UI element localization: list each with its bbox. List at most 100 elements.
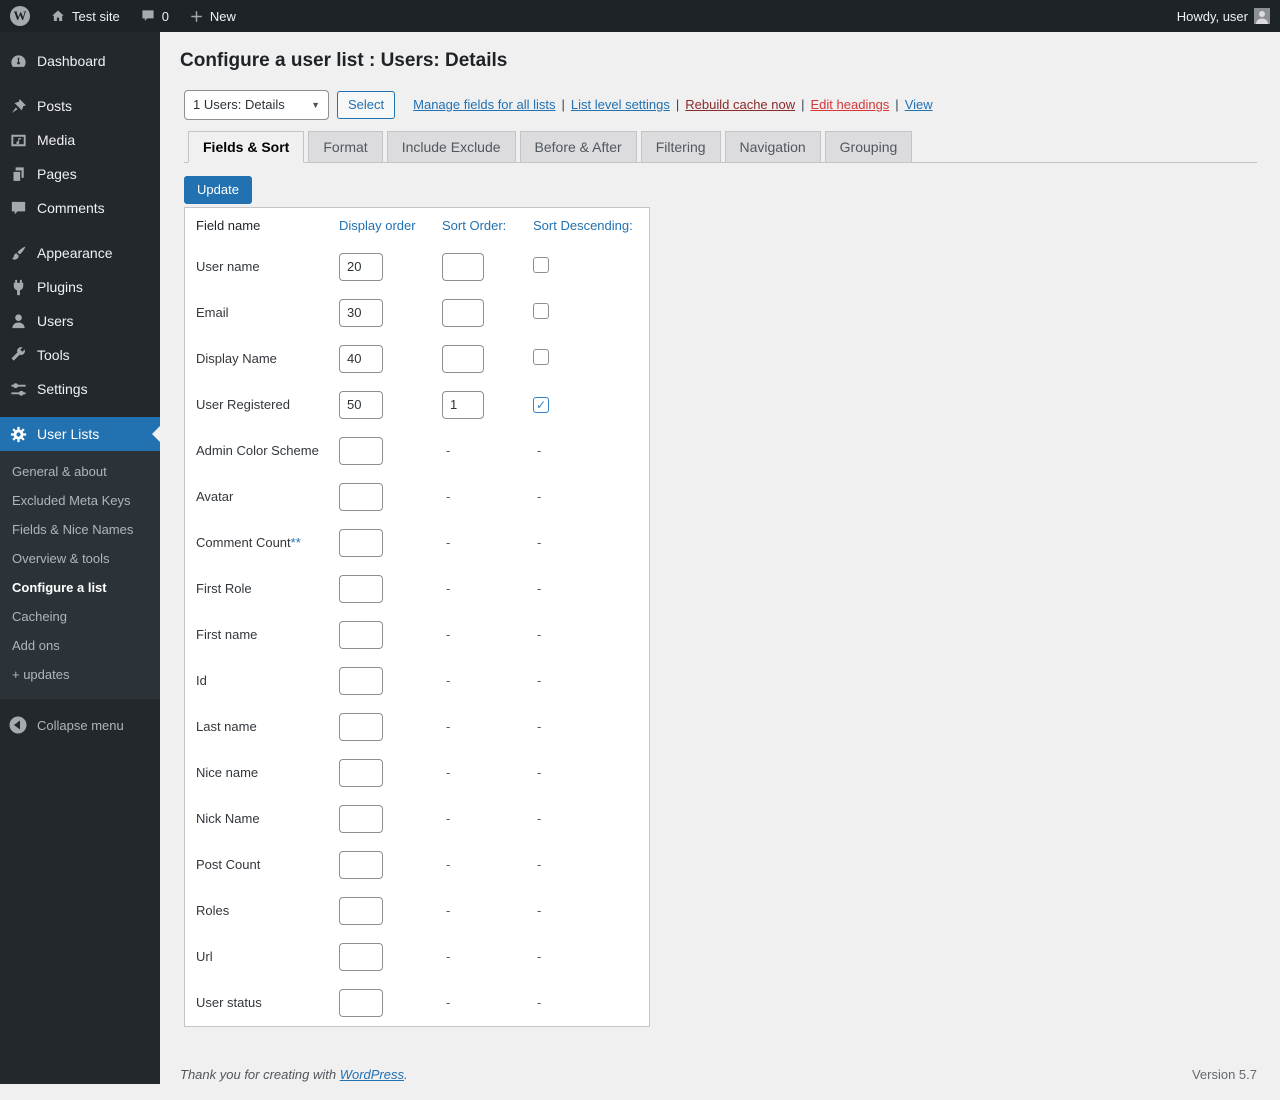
sidebar-item-media[interactable]: Media bbox=[0, 123, 160, 157]
sort-order-cell: - bbox=[442, 489, 533, 504]
select-button[interactable]: Select bbox=[337, 91, 395, 119]
display-order-input[interactable] bbox=[339, 253, 383, 281]
my-account-menu[interactable]: Howdy, user bbox=[1167, 0, 1280, 32]
display-order-input[interactable] bbox=[339, 713, 383, 741]
sort-descending-checkbox[interactable] bbox=[533, 257, 549, 273]
tab-filtering[interactable]: Filtering bbox=[641, 131, 721, 163]
field-name-cell: First name bbox=[196, 627, 339, 642]
display-order-cell bbox=[339, 667, 442, 695]
table-row: Id-- bbox=[185, 658, 649, 704]
field-name-label: User Registered bbox=[196, 397, 290, 412]
display-order-input[interactable] bbox=[339, 345, 383, 373]
no-sort-dash: - bbox=[442, 811, 450, 826]
sidebar-item-settings[interactable]: Settings bbox=[0, 372, 160, 406]
sidebar-item-general-about[interactable]: General & about bbox=[0, 457, 160, 486]
sidebar-item-excluded-meta-keys[interactable]: Excluded Meta Keys bbox=[0, 486, 160, 515]
no-sort-dash: - bbox=[442, 581, 450, 596]
site-name-menu[interactable]: Test site bbox=[40, 0, 130, 32]
display-order-input[interactable] bbox=[339, 667, 383, 695]
sort-descending-cell: - bbox=[533, 811, 649, 826]
wp-logo-menu[interactable]: W bbox=[0, 0, 40, 32]
field-name-cell: First Role bbox=[196, 581, 339, 596]
sidebar-item-overview-tools[interactable]: Overview & tools bbox=[0, 544, 160, 573]
manage-fields-link[interactable]: Manage fields for all lists bbox=[413, 97, 555, 112]
display-order-input[interactable] bbox=[339, 943, 383, 971]
sidebar-item-comments[interactable]: Comments bbox=[0, 191, 160, 225]
tab-fields-sort[interactable]: Fields & Sort bbox=[188, 131, 304, 163]
sort-descending-checkbox[interactable] bbox=[533, 397, 549, 413]
collapse-menu-button[interactable]: Collapse menu bbox=[0, 707, 160, 743]
display-order-input[interactable] bbox=[339, 759, 383, 787]
sidebar-item-users[interactable]: Users bbox=[0, 304, 160, 338]
display-order-input[interactable] bbox=[339, 529, 383, 557]
view-link[interactable]: View bbox=[905, 97, 933, 112]
field-name-cell: Id bbox=[196, 673, 339, 688]
display-order-input[interactable] bbox=[339, 805, 383, 833]
sidebar-item-tools[interactable]: Tools bbox=[0, 338, 160, 372]
field-name-cell: Nick Name bbox=[196, 811, 339, 826]
field-name-label: First name bbox=[196, 627, 257, 642]
sidebar-item-plugins[interactable]: Plugins bbox=[0, 270, 160, 304]
no-sort-dash: - bbox=[442, 535, 450, 550]
tab-include-exclude[interactable]: Include Exclude bbox=[387, 131, 516, 163]
list-select[interactable]: 1 Users: Details bbox=[184, 90, 329, 120]
display-order-input[interactable] bbox=[339, 483, 383, 511]
display-order-input[interactable] bbox=[339, 575, 383, 603]
thanks-period: . bbox=[404, 1067, 408, 1082]
edit-headings-link[interactable]: Edit headings bbox=[811, 97, 890, 112]
sort-order-cell: - bbox=[442, 857, 533, 872]
no-sort-dash: - bbox=[533, 995, 541, 1010]
display-order-input[interactable] bbox=[339, 437, 383, 465]
list-level-settings-link[interactable]: List level settings bbox=[571, 97, 670, 112]
sidebar-item-pages[interactable]: Pages bbox=[0, 157, 160, 191]
display-order-input[interactable] bbox=[339, 299, 383, 327]
sort-descending-checkbox[interactable] bbox=[533, 303, 549, 319]
new-content-menu[interactable]: New bbox=[179, 0, 246, 32]
comments-menu[interactable]: 0 bbox=[130, 0, 179, 32]
sort-descending-cell: - bbox=[533, 489, 649, 504]
tab-before-after[interactable]: Before & After bbox=[520, 131, 637, 163]
tab-bar: Fields & SortFormatInclude ExcludeBefore… bbox=[184, 131, 1257, 163]
display-order-input[interactable] bbox=[339, 621, 383, 649]
sidebar-item-posts[interactable]: Posts bbox=[0, 89, 160, 123]
display-order-input[interactable] bbox=[339, 851, 383, 879]
wordpress-link[interactable]: WordPress bbox=[340, 1067, 404, 1082]
sidebar-item-dashboard[interactable]: Dashboard bbox=[0, 44, 160, 78]
field-name-label: Nick Name bbox=[196, 811, 260, 826]
update-button[interactable]: Update bbox=[184, 176, 252, 204]
tab-format[interactable]: Format bbox=[308, 131, 382, 163]
sort-order-input[interactable] bbox=[442, 299, 484, 327]
sidebar-item-updates[interactable]: + updates bbox=[0, 660, 160, 689]
field-name-label: Nice name bbox=[196, 765, 258, 780]
tab-navigation[interactable]: Navigation bbox=[725, 131, 821, 163]
sort-descending-cell: - bbox=[533, 995, 649, 1010]
link-separator: | bbox=[801, 97, 804, 112]
wrench-icon bbox=[8, 345, 28, 365]
sort-order-input[interactable] bbox=[442, 391, 484, 419]
display-order-input[interactable] bbox=[339, 989, 383, 1017]
sidebar-item-configure-a-list[interactable]: Configure a list bbox=[0, 573, 160, 602]
sidebar-item-cacheing[interactable]: Cacheing bbox=[0, 602, 160, 631]
field-name-label: User name bbox=[196, 259, 260, 274]
sidebar-item-user-lists[interactable]: User Lists bbox=[0, 417, 160, 451]
display-order-input[interactable] bbox=[339, 391, 383, 419]
sidebar-item-add-ons[interactable]: Add ons bbox=[0, 631, 160, 660]
sort-descending-checkbox[interactable] bbox=[533, 349, 549, 365]
admin-bar-right: Howdy, user bbox=[1167, 0, 1280, 32]
sidebar-item-appearance[interactable]: Appearance bbox=[0, 236, 160, 270]
sort-order-input[interactable] bbox=[442, 345, 484, 373]
table-row: First Role-- bbox=[185, 566, 649, 612]
tab-grouping[interactable]: Grouping bbox=[825, 131, 913, 163]
rebuild-cache-link[interactable]: Rebuild cache now bbox=[685, 97, 795, 112]
sort-descending-cell: - bbox=[533, 535, 649, 550]
header-sort-descending[interactable]: Sort Descending: bbox=[533, 218, 649, 233]
display-order-input[interactable] bbox=[339, 897, 383, 925]
field-name-cell: User name bbox=[196, 259, 339, 274]
field-name-cell: User Registered bbox=[196, 397, 339, 412]
header-sort-order[interactable]: Sort Order: bbox=[442, 218, 533, 233]
sort-order-cell: - bbox=[442, 949, 533, 964]
header-display-order[interactable]: Display order bbox=[339, 218, 442, 233]
sort-order-input[interactable] bbox=[442, 253, 484, 281]
field-name-cell: Avatar bbox=[196, 489, 339, 504]
sidebar-item-fields-nice-names[interactable]: Fields & Nice Names bbox=[0, 515, 160, 544]
